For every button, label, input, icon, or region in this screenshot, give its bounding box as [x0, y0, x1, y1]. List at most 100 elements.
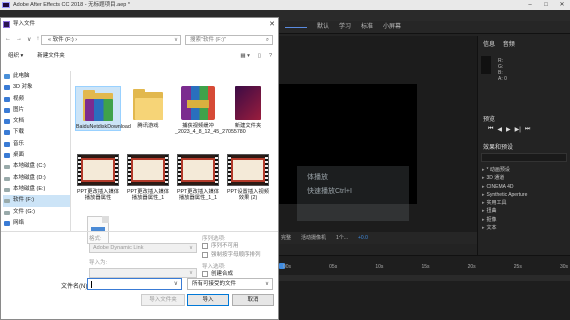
- search-input[interactable]: 搜索"软件 (F:)" ⌕: [185, 35, 273, 45]
- file-item[interactable]: 捕获视频缓冲_2023_4_8_12_45_27055780: [175, 86, 246, 135]
- close-icon[interactable]: ✕: [269, 18, 275, 31]
- sidebar-item[interactable]: 本地磁盘 (D:): [3, 173, 70, 184]
- create-comp-checkbox[interactable]: 创建合成: [202, 271, 233, 278]
- last-frame-icon[interactable]: ⏭: [525, 126, 530, 133]
- views-select[interactable]: 1个...: [336, 232, 348, 244]
- effects-item[interactable]: ▸ CINEMA 4D: [482, 183, 527, 191]
- play-icon[interactable]: ▶: [506, 126, 511, 133]
- sidebar-item-label: 音乐: [13, 140, 25, 147]
- preview-pane-icon[interactable]: ▯: [258, 50, 261, 62]
- forward-icon[interactable]: →: [16, 36, 22, 43]
- file-label: 腾讯游戏: [137, 123, 159, 129]
- workspace-learn[interactable]: 学习: [339, 21, 351, 34]
- effects-item[interactable]: ▸ 抠像: [482, 216, 527, 224]
- folder-icon: [4, 220, 10, 226]
- file-item[interactable]: PPT更改插入媒体播放器属性: [75, 154, 121, 201]
- effects-item[interactable]: ▸ 实用工具: [482, 199, 527, 207]
- file-label: PPT设置插入视频效果 (2): [226, 189, 270, 202]
- help-icon[interactable]: ?: [269, 50, 272, 62]
- cancel-button[interactable]: 取消: [232, 294, 274, 306]
- ae-window-controls: – □ ✕: [522, 0, 570, 10]
- up-icon[interactable]: ↑: [36, 36, 39, 43]
- sidebar-item-label: 桌面: [13, 152, 25, 159]
- maximize-icon[interactable]: □: [538, 0, 554, 10]
- preview-title: 预览: [483, 117, 496, 123]
- sidebar-item[interactable]: 图片: [3, 105, 70, 116]
- organize-button[interactable]: 组织 ▾: [8, 50, 23, 62]
- file-item[interactable]: PPT更改插入媒体播放器属性_1: [125, 154, 171, 201]
- tab-audio[interactable]: 音频: [503, 42, 515, 48]
- sidebar-item[interactable]: 文档: [3, 116, 70, 127]
- video-thumbnail-icon: [77, 154, 119, 186]
- filetype-select[interactable]: 所有可接受的文件 ∨: [187, 278, 273, 290]
- effects-search-input[interactable]: [481, 153, 567, 162]
- sidebar-item[interactable]: 视频: [3, 94, 70, 105]
- info-readout: R: G: B: A: 0: [498, 58, 553, 82]
- file-item[interactable]: PPT更改插入媒体播放器属性_1_1: [175, 154, 221, 201]
- tab-info[interactable]: 信息: [483, 42, 495, 48]
- chevron-down-icon: ∨: [188, 245, 193, 251]
- format-select[interactable]: Adobe Dynamic Link ∨: [89, 243, 197, 253]
- view-controls: ▦ ▾ ▯ ?: [240, 50, 272, 62]
- sidebar-item-label: 3D 对象: [13, 84, 33, 91]
- workspace-default[interactable]: 默认: [317, 21, 329, 34]
- address-bar[interactable]: « 软件 (F:) › ∨: [41, 35, 181, 45]
- effects-item[interactable]: ▸ * 动画预设: [482, 166, 527, 174]
- timeline-scrollbar[interactable]: [277, 275, 570, 281]
- filename-input[interactable]: ∨: [87, 278, 182, 290]
- sidebar-item-label: 网络: [13, 219, 25, 226]
- sidebar-item[interactable]: 本地磁盘 (E:): [3, 184, 70, 195]
- sidebar-item[interactable]: 3D 对象: [3, 82, 70, 93]
- effects-item[interactable]: ▸ 扭曲: [482, 207, 527, 215]
- effects-item[interactable]: ▸ 3D 通道: [482, 174, 527, 182]
- effects-item[interactable]: ▸ Synthetic Aperture: [482, 191, 527, 199]
- file-label: PPT更改插入媒体播放器属性_1_1: [176, 189, 220, 202]
- info-a: A: 0: [498, 76, 507, 82]
- sidebar-item[interactable]: 软件 (F:): [3, 195, 70, 207]
- force-alpha-checkbox[interactable]: 强制按字母顺序排列: [202, 252, 261, 259]
- minimize-icon[interactable]: –: [522, 0, 538, 10]
- workspace-standard[interactable]: 标准: [361, 21, 373, 34]
- sidebar-item-label: 本地磁盘 (D:): [13, 174, 46, 181]
- sequence-checkbox[interactable]: 序列不可用: [202, 243, 239, 250]
- camera-select[interactable]: 活动摄像机: [301, 232, 326, 244]
- recent-locations-icon[interactable]: ∨: [27, 36, 31, 43]
- file-item[interactable]: 腾讯游戏: [125, 86, 171, 129]
- sequence-options-label: 序列选项:: [202, 236, 226, 242]
- resolution-select[interactable]: 完整: [281, 232, 291, 244]
- file-item[interactable]: BaiduNetdiskDownload: [75, 86, 131, 132]
- next-frame-icon[interactable]: ▶|: [515, 126, 521, 133]
- file-item[interactable]: 新建文件夹: [225, 86, 271, 129]
- sidebar-item[interactable]: 网络: [3, 218, 70, 229]
- ae-title-bar: Adobe After Effects CC 2018 - 无标题项目.aep …: [0, 0, 570, 10]
- create-comp-label: 创建合成: [211, 271, 234, 277]
- sidebar-item[interactable]: 音乐: [3, 139, 70, 150]
- effects-item[interactable]: ▸ 文本: [482, 224, 527, 232]
- new-folder-button[interactable]: 新建文件夹: [37, 50, 65, 62]
- close-icon[interactable]: ✕: [554, 0, 570, 10]
- import-button[interactable]: 导入: [187, 294, 229, 306]
- composition-panel: 体播放 快速播放Ctrl+I: [277, 36, 477, 232]
- file-item[interactable]: PPT设置插入视频效果 (2): [225, 154, 271, 201]
- workspace-small-screen[interactable]: 小屏幕: [383, 21, 401, 34]
- sidebar-item[interactable]: 桌面: [3, 150, 70, 161]
- sidebar-item[interactable]: 此电脑: [3, 71, 70, 82]
- prev-frame-icon[interactable]: ◀: [497, 126, 502, 133]
- chevron-down-icon[interactable]: ∨: [174, 280, 178, 287]
- time-ruler[interactable]: 00s 05s 10s 15s 20s 25s 30s: [283, 264, 568, 270]
- back-icon[interactable]: ←: [5, 36, 11, 43]
- sidebar-item[interactable]: 下载: [3, 127, 70, 138]
- import-folder-button[interactable]: 导入文件夹: [141, 294, 185, 306]
- video-thumbnail-icon: [227, 154, 269, 186]
- sidebar-item-label: 图片: [13, 106, 25, 113]
- folder-icon: [133, 86, 163, 120]
- first-frame-icon[interactable]: ⏮: [488, 126, 493, 133]
- exposure-value[interactable]: +0.0: [358, 232, 368, 244]
- view-options-icon[interactable]: ▦ ▾: [240, 50, 250, 62]
- chevron-down-icon[interactable]: ∨: [174, 36, 178, 44]
- sidebar-item[interactable]: 文件 (G:): [3, 207, 70, 218]
- sidebar-item[interactable]: 本地磁盘 (C:): [3, 161, 70, 172]
- drive-icon: [4, 187, 10, 192]
- folder-icon: [4, 119, 10, 125]
- import-as-select[interactable]: ∨: [89, 268, 197, 278]
